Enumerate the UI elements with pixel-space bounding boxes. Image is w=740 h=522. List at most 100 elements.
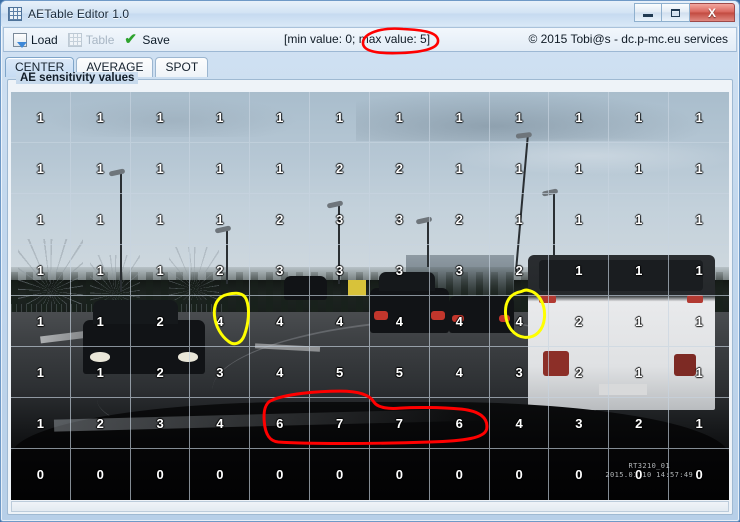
grid-cell[interactable]: 4 (489, 398, 550, 449)
grid-cell[interactable]: 1 (609, 347, 670, 398)
table-button[interactable]: Table (65, 32, 122, 48)
grid-cell[interactable]: 1 (70, 143, 131, 194)
grid-cell[interactable]: 1 (669, 143, 729, 194)
maximize-button[interactable] (662, 3, 690, 22)
grid-cell[interactable]: 1 (609, 194, 670, 245)
grid-cell[interactable]: 1 (11, 296, 71, 347)
load-button[interactable]: Load (10, 32, 65, 48)
grid-cell[interactable]: 2 (609, 398, 670, 449)
grid-cell[interactable]: 6 (429, 398, 490, 449)
grid-cell[interactable]: 2 (489, 245, 550, 296)
grid-cell[interactable]: 1 (11, 347, 71, 398)
grid-cell[interactable]: 1 (549, 143, 610, 194)
grid-cell[interactable]: 3 (369, 194, 430, 245)
grid-cell[interactable]: 1 (669, 245, 729, 296)
grid-cell[interactable]: 0 (310, 449, 370, 500)
grid-cell[interactable]: 3 (429, 245, 490, 296)
camera-image-with-grid[interactable]: RT3210_01 2015.01.10 14:57:49 1111111111… (11, 92, 729, 500)
grid-cell[interactable]: 1 (669, 296, 729, 347)
grid-cell[interactable]: 1 (609, 296, 670, 347)
grid-cell[interactable]: 7 (310, 398, 370, 449)
grid-cell[interactable]: 1 (669, 92, 729, 143)
grid-cell[interactable]: 2 (429, 194, 490, 245)
grid-cell[interactable]: 1 (250, 143, 311, 194)
grid-cell[interactable]: 1 (429, 92, 490, 143)
grid-cell[interactable]: 2 (310, 143, 370, 194)
grid-cell[interactable]: 1 (429, 143, 490, 194)
grid-cell[interactable]: 5 (310, 347, 370, 398)
grid-cell[interactable]: 1 (549, 245, 610, 296)
grid-cell[interactable]: 6 (250, 398, 311, 449)
grid-cell[interactable]: 3 (489, 347, 550, 398)
grid-cell[interactable]: 3 (549, 398, 610, 449)
grid-cell[interactable]: 0 (11, 449, 71, 500)
grid-cell[interactable]: 4 (429, 296, 490, 347)
grid-cell[interactable]: 4 (190, 398, 251, 449)
grid-cell[interactable]: 1 (549, 194, 610, 245)
ae-value-grid[interactable]: 1 1 1 1 1 1 1 1 1 1 1 1 1 1 1 1 1 2 2 1 1 1 1 1 1 1 1 1 2 3 3 2 1 1 1 1 1 1 1 2… (11, 92, 729, 500)
grid-cell[interactable]: 1 (250, 92, 311, 143)
grid-cell[interactable]: 1 (70, 92, 131, 143)
grid-cell[interactable]: 2 (70, 398, 131, 449)
grid-cell[interactable]: 0 (490, 449, 550, 500)
grid-cell[interactable]: 1 (369, 92, 430, 143)
grid-cell[interactable]: 1 (11, 143, 71, 194)
grid-cell[interactable]: 0 (190, 449, 251, 500)
grid-cell[interactable]: 4 (489, 296, 550, 347)
grid-cell[interactable]: 1 (11, 194, 71, 245)
grid-cell[interactable]: 4 (190, 296, 251, 347)
grid-cell[interactable]: 1 (11, 398, 71, 449)
grid-cell[interactable]: 1 (609, 92, 670, 143)
grid-cell[interactable]: 0 (430, 449, 490, 500)
grid-cell[interactable]: 0 (669, 449, 729, 500)
minimize-button[interactable] (634, 3, 662, 22)
grid-cell[interactable]: 0 (549, 449, 610, 500)
grid-cell[interactable]: 0 (71, 449, 131, 500)
grid-cell[interactable]: 2 (130, 296, 191, 347)
grid-cell[interactable]: 2 (549, 296, 610, 347)
grid-cell[interactable]: 0 (250, 449, 311, 500)
grid-cell[interactable]: 0 (609, 449, 670, 500)
grid-cell[interactable]: 1 (130, 245, 191, 296)
grid-cell[interactable]: 1 (130, 143, 191, 194)
grid-cell[interactable]: 1 (190, 92, 251, 143)
grid-cell[interactable]: 1 (11, 92, 71, 143)
grid-cell[interactable]: 4 (250, 347, 311, 398)
grid-cell[interactable]: 3 (310, 194, 370, 245)
grid-cell[interactable]: 5 (369, 347, 430, 398)
grid-cell[interactable]: 2 (130, 347, 191, 398)
grid-cell[interactable]: 1 (70, 296, 131, 347)
grid-cell[interactable]: 3 (369, 245, 430, 296)
tab-spot[interactable]: SPOT (155, 57, 209, 77)
grid-cell[interactable]: 0 (131, 449, 191, 500)
grid-cell[interactable]: 7 (369, 398, 430, 449)
grid-cell[interactable]: 1 (11, 245, 71, 296)
grid-cell[interactable]: 1 (489, 92, 550, 143)
grid-cell[interactable]: 2 (369, 143, 430, 194)
grid-cell[interactable]: 1 (70, 347, 131, 398)
grid-cell[interactable]: 4 (429, 347, 490, 398)
grid-cell[interactable]: 1 (489, 143, 550, 194)
grid-cell[interactable]: 1 (669, 194, 729, 245)
grid-cell[interactable]: 2 (190, 245, 251, 296)
grid-cell[interactable]: 3 (190, 347, 251, 398)
grid-cell[interactable]: 1 (70, 194, 131, 245)
grid-cell[interactable]: 1 (489, 194, 550, 245)
grid-cell[interactable]: 1 (190, 143, 251, 194)
grid-cell[interactable]: 1 (130, 194, 191, 245)
grid-cell[interactable]: 4 (369, 296, 430, 347)
save-button[interactable]: ✔ Save (121, 32, 176, 48)
grid-cell[interactable]: 1 (70, 245, 131, 296)
grid-cell[interactable]: 4 (250, 296, 311, 347)
grid-cell[interactable]: 1 (310, 92, 370, 143)
grid-cell[interactable]: 1 (669, 398, 729, 449)
grid-cell[interactable]: 1 (609, 143, 670, 194)
title-bar[interactable]: AETable Editor 1.0 X (1, 1, 739, 26)
grid-cell[interactable]: 3 (250, 245, 311, 296)
grid-cell[interactable]: 1 (609, 245, 670, 296)
grid-cell[interactable]: 4 (310, 296, 370, 347)
grid-cell[interactable]: 1 (669, 347, 729, 398)
grid-cell[interactable]: 1 (130, 92, 191, 143)
grid-cell[interactable]: 2 (250, 194, 311, 245)
grid-cell[interactable]: 1 (549, 92, 610, 143)
